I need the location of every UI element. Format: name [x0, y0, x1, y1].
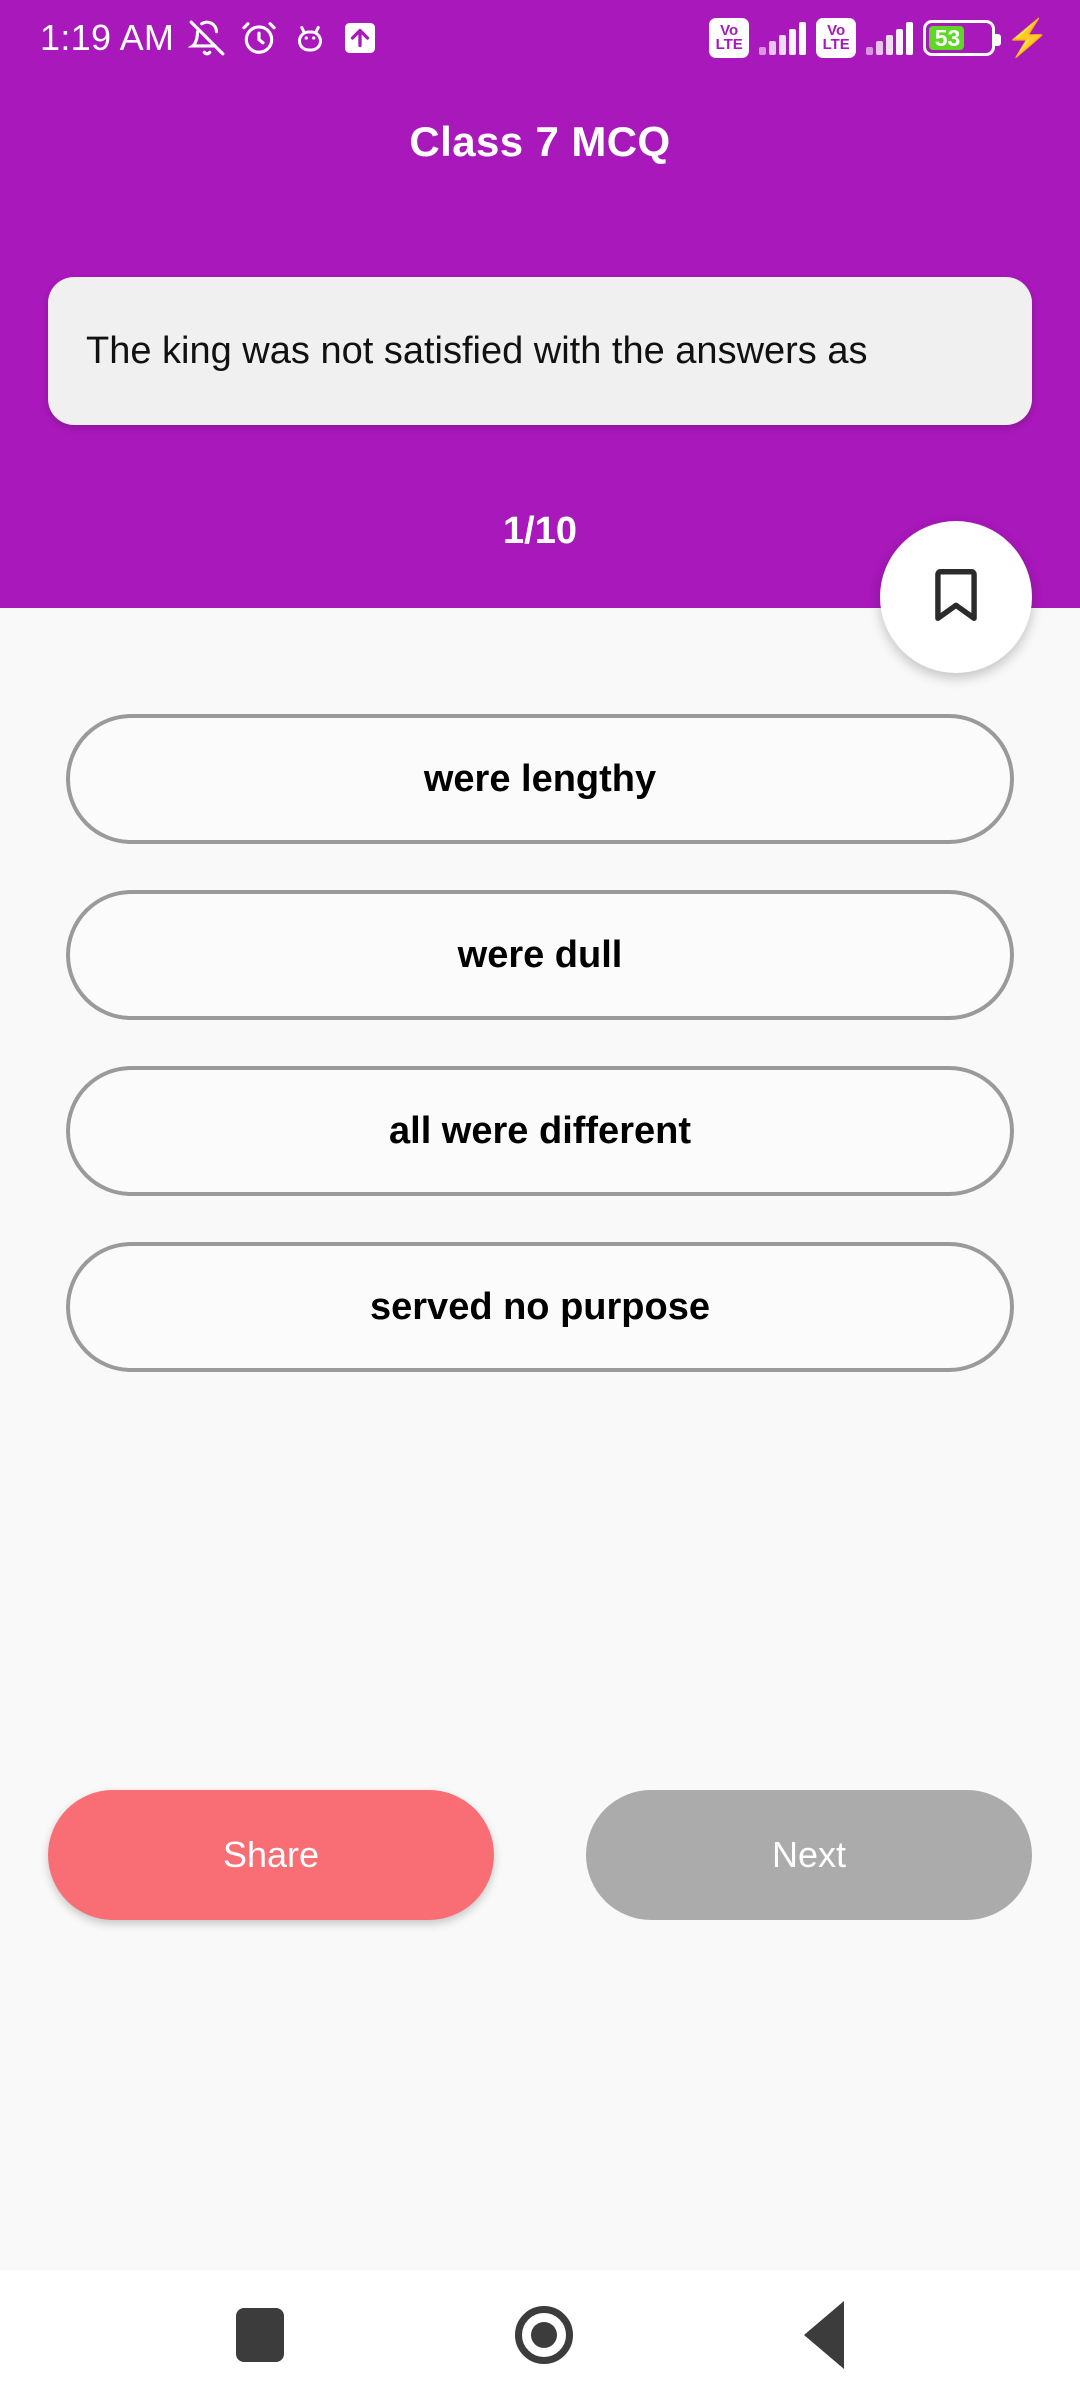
status-bar-right: Vo LTE Vo LTE 53 ⚡: [709, 18, 1050, 58]
volte-sim1-bottom: LTE: [715, 36, 743, 53]
home-circle-icon[interactable]: [514, 2306, 573, 2364]
option-label-4: served no purpose: [370, 1285, 710, 1328]
signal-bars-sim1-icon: [759, 21, 807, 55]
share-button[interactable]: Share: [48, 1790, 494, 1920]
android-debug-icon: [292, 20, 328, 56]
bookmark-icon: [925, 564, 987, 631]
bell-off-icon: [188, 19, 226, 57]
option-label-1: were lengthy: [423, 757, 657, 800]
system-navigation-bar: [0, 2270, 1080, 2400]
volte-sim2-icon: Vo LTE: [816, 18, 857, 58]
option-button-2[interactable]: were dull: [66, 890, 1014, 1020]
status-clock: 1:19 AM: [40, 17, 175, 58]
battery-icon: 53: [923, 20, 1002, 56]
options-list: were lengthy were dull all were differen…: [66, 714, 1014, 1418]
question-text: The king was not satisfied with the answ…: [86, 329, 868, 372]
option-label-3: all were different: [389, 1109, 691, 1152]
option-button-3[interactable]: all were different: [66, 1066, 1014, 1196]
action-button-row: Share Next: [0, 1790, 1080, 1920]
volte-sim1-icon: Vo LTE: [709, 18, 750, 58]
page-title: Class 7 MCQ: [409, 118, 671, 165]
back-triangle-icon[interactable]: [804, 2301, 845, 2369]
next-button[interactable]: Next: [586, 1790, 1032, 1920]
recents-square-icon[interactable]: [235, 2308, 284, 2362]
battery-percent-label: 53: [929, 25, 964, 51]
status-bar-left: 1:19 AM: [40, 17, 378, 59]
upload-arrow-icon: [342, 20, 378, 56]
bookmark-fab-button[interactable]: [880, 521, 1032, 673]
option-button-1[interactable]: were lengthy: [66, 714, 1014, 844]
volte-sim2-bottom: LTE: [822, 36, 850, 53]
header-panel: 1:19 AM Vo LTE Vo LTE 53 ⚡ Class 7 MCQ T…: [0, 0, 1080, 608]
option-label-2: were dull: [457, 933, 623, 976]
lightning-bolt-icon: ⚡: [1005, 17, 1050, 58]
app-screen: 1:19 AM Vo LTE Vo LTE 53 ⚡ Class 7 MCQ T…: [0, 0, 1080, 2400]
status-bar: 1:19 AM Vo LTE Vo LTE 53 ⚡: [0, 0, 1080, 76]
signal-bars-sim2-icon: [866, 21, 914, 55]
alarm-clock-icon: [240, 19, 278, 57]
question-card: The king was not satisfied with the answ…: [48, 277, 1032, 425]
option-button-4[interactable]: served no purpose: [66, 1242, 1014, 1372]
